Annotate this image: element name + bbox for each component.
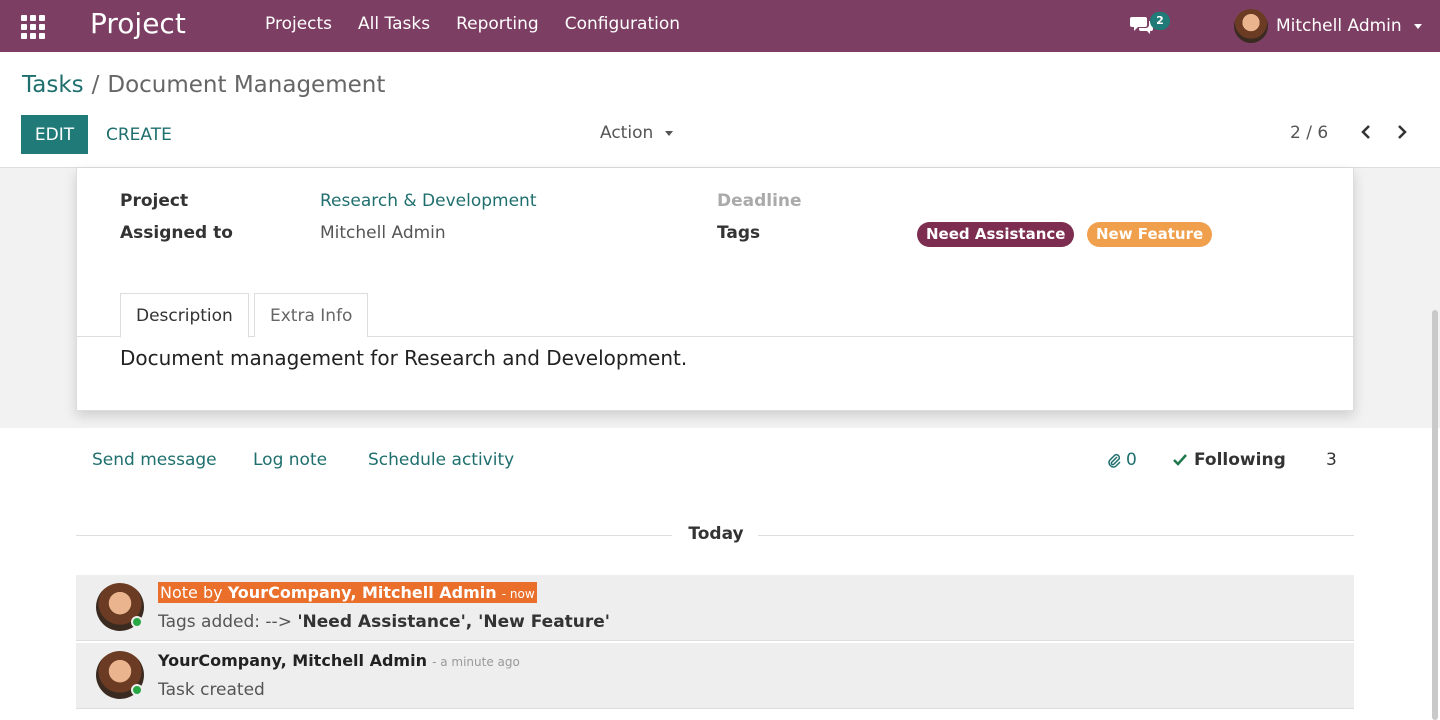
attachments-button[interactable]: 0: [1106, 450, 1137, 470]
description-text[interactable]: Document management for Research and Dev…: [120, 346, 687, 370]
assigned-to-label: Assigned to: [120, 223, 233, 243]
main-menu: Projects All Tasks Reporting Configurati…: [265, 14, 680, 34]
message-header: YourCompany, Mitchell Admin - a minute a…: [158, 651, 520, 670]
chevron-left-icon: [1361, 125, 1370, 139]
message-header: Note by YourCompany, Mitchell Admin - no…: [158, 582, 537, 603]
caret-down-icon: [1413, 23, 1422, 29]
action-label: Action: [600, 123, 654, 143]
app-menu-grid-icon[interactable]: [20, 14, 46, 39]
message-body: Task created: [158, 680, 265, 700]
project-field[interactable]: Research & Development: [320, 191, 536, 211]
breadcrumb: Tasks / Document Management: [22, 72, 385, 98]
tab-description[interactable]: Description: [120, 293, 249, 338]
user-name: Mitchell Admin: [1276, 16, 1402, 36]
log-note-button[interactable]: Log note: [253, 450, 327, 470]
note-header-selected[interactable]: Note by YourCompany, Mitchell Admin - no…: [158, 582, 537, 603]
message-time: - a minute ago: [432, 655, 520, 669]
breadcrumb-tasks-link[interactable]: Tasks: [22, 72, 84, 98]
menu-item-reporting[interactable]: Reporting: [456, 14, 539, 34]
pager-value[interactable]: 2 / 6: [1290, 123, 1328, 143]
scrollbar[interactable]: [1432, 310, 1438, 720]
deadline-label: Deadline: [717, 191, 802, 211]
menu-item-configuration[interactable]: Configuration: [565, 14, 680, 34]
assigned-to-field[interactable]: Mitchell Admin: [320, 223, 446, 243]
attachments-count: 0: [1126, 450, 1137, 470]
pager-next-button[interactable]: [1390, 118, 1414, 146]
breadcrumb-current: Document Management: [107, 72, 386, 98]
online-status-icon: [131, 684, 143, 696]
project-label: Project: [120, 191, 189, 211]
menu-item-all-tasks[interactable]: All Tasks: [358, 14, 430, 34]
top-navbar: Project Projects All Tasks Reporting Con…: [0, 0, 1440, 52]
edit-button[interactable]: EDIT: [21, 115, 88, 154]
check-icon: [1173, 454, 1187, 466]
form-sheet: Project Research & Development Assigned …: [76, 168, 1355, 411]
app-name[interactable]: Project: [90, 7, 186, 40]
pager-previous-button[interactable]: [1354, 118, 1378, 146]
menu-item-projects[interactable]: Projects: [265, 14, 332, 34]
tag-need-assistance[interactable]: Need Assistance: [917, 222, 1075, 247]
paperclip-icon: [1108, 453, 1121, 468]
breadcrumb-separator: /: [91, 72, 100, 98]
note-prefix: Note by: [160, 583, 223, 602]
message-author: YourCompany, Mitchell Admin: [227, 583, 497, 602]
message-time: - now: [501, 587, 535, 601]
user-avatar: [1234, 9, 1268, 43]
tracking-prefix: Tags added: -->: [158, 612, 292, 632]
following-button[interactable]: Following: [1172, 450, 1286, 470]
chatter-message: Note by YourCompany, Mitchell Admin - no…: [76, 575, 1354, 641]
followers-count[interactable]: 3: [1326, 450, 1337, 470]
caret-down-icon: [665, 130, 674, 136]
tracking-values: 'Need Assistance', 'New Feature': [297, 612, 611, 632]
chevron-right-icon: [1398, 125, 1407, 139]
messages-count-badge: 2: [1150, 12, 1170, 30]
tab-extra-info[interactable]: Extra Info: [254, 293, 369, 337]
notebook-tabs: Description Extra Info: [77, 293, 1355, 338]
day-separator-label: Today: [688, 524, 744, 544]
day-separator: Today: [76, 523, 1354, 547]
messages-button[interactable]: 2: [1130, 12, 1170, 39]
action-dropdown[interactable]: Action: [600, 123, 674, 143]
tag-new-feature[interactable]: New Feature: [1087, 222, 1213, 247]
tags-label: Tags: [717, 223, 761, 243]
chatter: Send message Log note Schedule activity …: [0, 428, 1440, 720]
message-author[interactable]: YourCompany, Mitchell Admin: [158, 651, 427, 670]
message-body: Tags added: --> 'Need Assistance', 'New …: [158, 612, 610, 632]
control-panel: Tasks / Document Management EDIT CREATE …: [0, 52, 1440, 168]
user-menu[interactable]: Mitchell Admin: [1234, 8, 1422, 44]
send-message-button[interactable]: Send message: [92, 450, 217, 470]
following-label: Following: [1194, 450, 1286, 470]
online-status-icon: [131, 616, 143, 628]
create-button[interactable]: CREATE: [106, 115, 172, 154]
chatter-message: YourCompany, Mitchell Admin - a minute a…: [76, 643, 1354, 709]
schedule-activity-button[interactable]: Schedule activity: [368, 450, 514, 470]
